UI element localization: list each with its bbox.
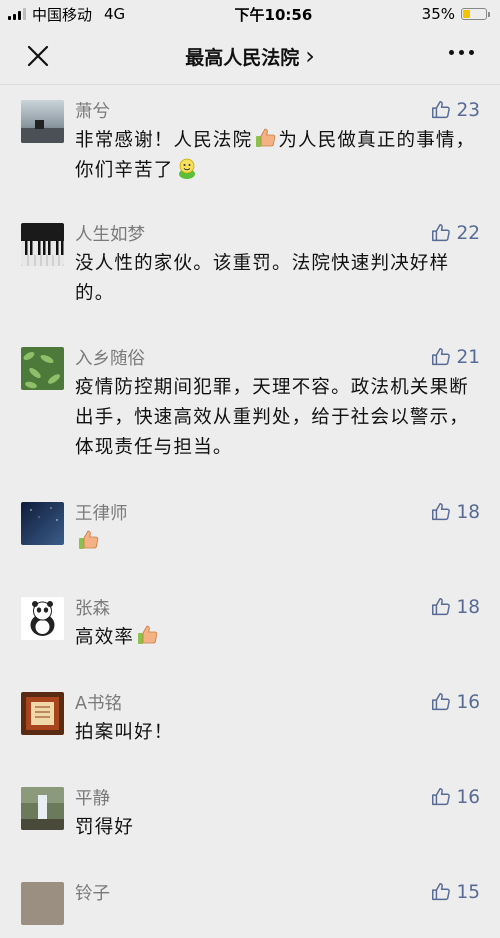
status-left: 中国移动 4G <box>0 4 125 25</box>
comment-author[interactable]: 王律师 <box>75 500 128 525</box>
like-button[interactable]: 16 <box>430 691 480 713</box>
thumbs-up-emoji-icon <box>79 530 99 549</box>
thumbs-up-icon <box>432 348 451 366</box>
comment-text: 高效率 <box>75 623 480 653</box>
network-label: 4G <box>104 5 126 23</box>
like-count: 21 <box>456 346 480 368</box>
comment-item: 平静 16 罚得好 <box>0 783 500 878</box>
like-count: 18 <box>456 501 480 523</box>
comment-item: 人生如梦 22 没人性的家伙。该重罚。法院快速判决好样的。 <box>0 219 500 343</box>
account-title[interactable]: 最高人民法院 › <box>185 42 315 70</box>
like-count: 18 <box>456 596 480 618</box>
avatar[interactable] <box>21 347 64 390</box>
like-button[interactable]: 21 <box>430 346 480 368</box>
comment-author[interactable]: 人生如梦 <box>75 221 145 246</box>
avatar[interactable] <box>21 502 64 545</box>
battery-percent: 35% <box>421 5 455 23</box>
comment-text-part: 高效率 <box>75 627 135 648</box>
avatar[interactable] <box>21 692 64 735</box>
comment-text: 拍案叫好！ <box>75 722 174 743</box>
like-count: 16 <box>456 691 480 713</box>
like-button[interactable]: 16 <box>430 786 480 808</box>
comment-text-part: 非常感谢！人民法院 <box>75 130 253 151</box>
like-button[interactable]: 22 <box>430 222 480 244</box>
carrier-label: 中国移动 <box>32 5 93 24</box>
like-button[interactable]: 18 <box>430 596 480 618</box>
thumbs-up-icon <box>432 598 451 616</box>
chevron-right-icon: › <box>305 42 315 70</box>
comment-item: 铃子 15 <box>0 878 500 938</box>
comment-author[interactable]: 萧兮 <box>75 98 110 123</box>
signal-icon <box>8 8 26 20</box>
status-right: 35% <box>422 5 500 23</box>
comment-item: 入乡随俗 21 疫情防控期间犯罪，天理不容。政法机关果断出手，快速高效从重判处，… <box>0 343 500 498</box>
comment-text <box>75 528 480 558</box>
thumbs-up-icon <box>432 224 451 242</box>
avatar[interactable] <box>21 223 64 266</box>
thumbs-up-icon <box>432 883 451 901</box>
close-icon[interactable] <box>24 42 52 70</box>
nav-bar: 最高人民法院 › <box>0 28 500 85</box>
comment-item: 王律师 18 <box>0 498 500 593</box>
comment-text: 疫情防控期间犯罪，天理不容。政法机关果断出手，快速高效从重判处，给于社会以警示，… <box>75 377 470 458</box>
like-button[interactable]: 18 <box>430 501 480 523</box>
smiley-emoji-icon <box>178 158 195 179</box>
thumbs-up-icon <box>432 101 451 119</box>
battery-level <box>463 10 470 18</box>
comment-list: 萧兮 23 非常感谢！人民法院为人民做真正的事情，你们辛苦了 人生如梦 22 <box>0 96 500 938</box>
avatar[interactable] <box>21 100 64 143</box>
thumbs-up-emoji-icon <box>138 625 158 644</box>
comment-author[interactable]: 张森 <box>75 595 110 620</box>
thumbs-up-emoji-icon <box>256 128 276 147</box>
more-icon[interactable] <box>449 50 474 55</box>
comment-author[interactable]: 入乡随俗 <box>75 345 145 370</box>
comment-item: 萧兮 23 非常感谢！人民法院 为人民做真正的事情，你们辛苦了 <box>0 96 500 219</box>
status-time: 下午10:56 <box>234 5 313 24</box>
like-count: 23 <box>456 99 480 121</box>
battery-icon <box>461 8 490 20</box>
avatar[interactable] <box>21 882 64 925</box>
comment-author[interactable]: A书铭 <box>75 690 122 715</box>
like-count: 22 <box>456 222 480 244</box>
comment-text: 非常感谢！人民法院 为人民做真正的事情，你们辛苦了 <box>75 126 480 186</box>
comment-item: 张森 18 高效率 <box>0 593 500 688</box>
like-count: 16 <box>456 786 480 808</box>
like-button[interactable]: 15 <box>430 881 480 903</box>
comment-text: 没人性的家伙。该重罚。法院快速判决好样的。 <box>75 253 450 304</box>
comment-author[interactable]: 平静 <box>75 785 110 810</box>
like-count: 15 <box>456 881 480 903</box>
avatar[interactable] <box>21 787 64 830</box>
avatar[interactable] <box>21 597 64 640</box>
thumbs-up-icon <box>432 693 451 711</box>
account-title-label: 最高人民法院 <box>185 46 300 69</box>
comment-item: A书铭 16 拍案叫好！ <box>0 688 500 783</box>
status-bar: 中国移动 4G 下午10:56 35% <box>0 0 500 28</box>
comment-text: 罚得好 <box>75 817 135 838</box>
comment-author[interactable]: 铃子 <box>75 880 110 905</box>
like-button[interactable]: 23 <box>430 99 480 121</box>
thumbs-up-icon <box>432 788 451 806</box>
thumbs-up-icon <box>432 503 451 521</box>
